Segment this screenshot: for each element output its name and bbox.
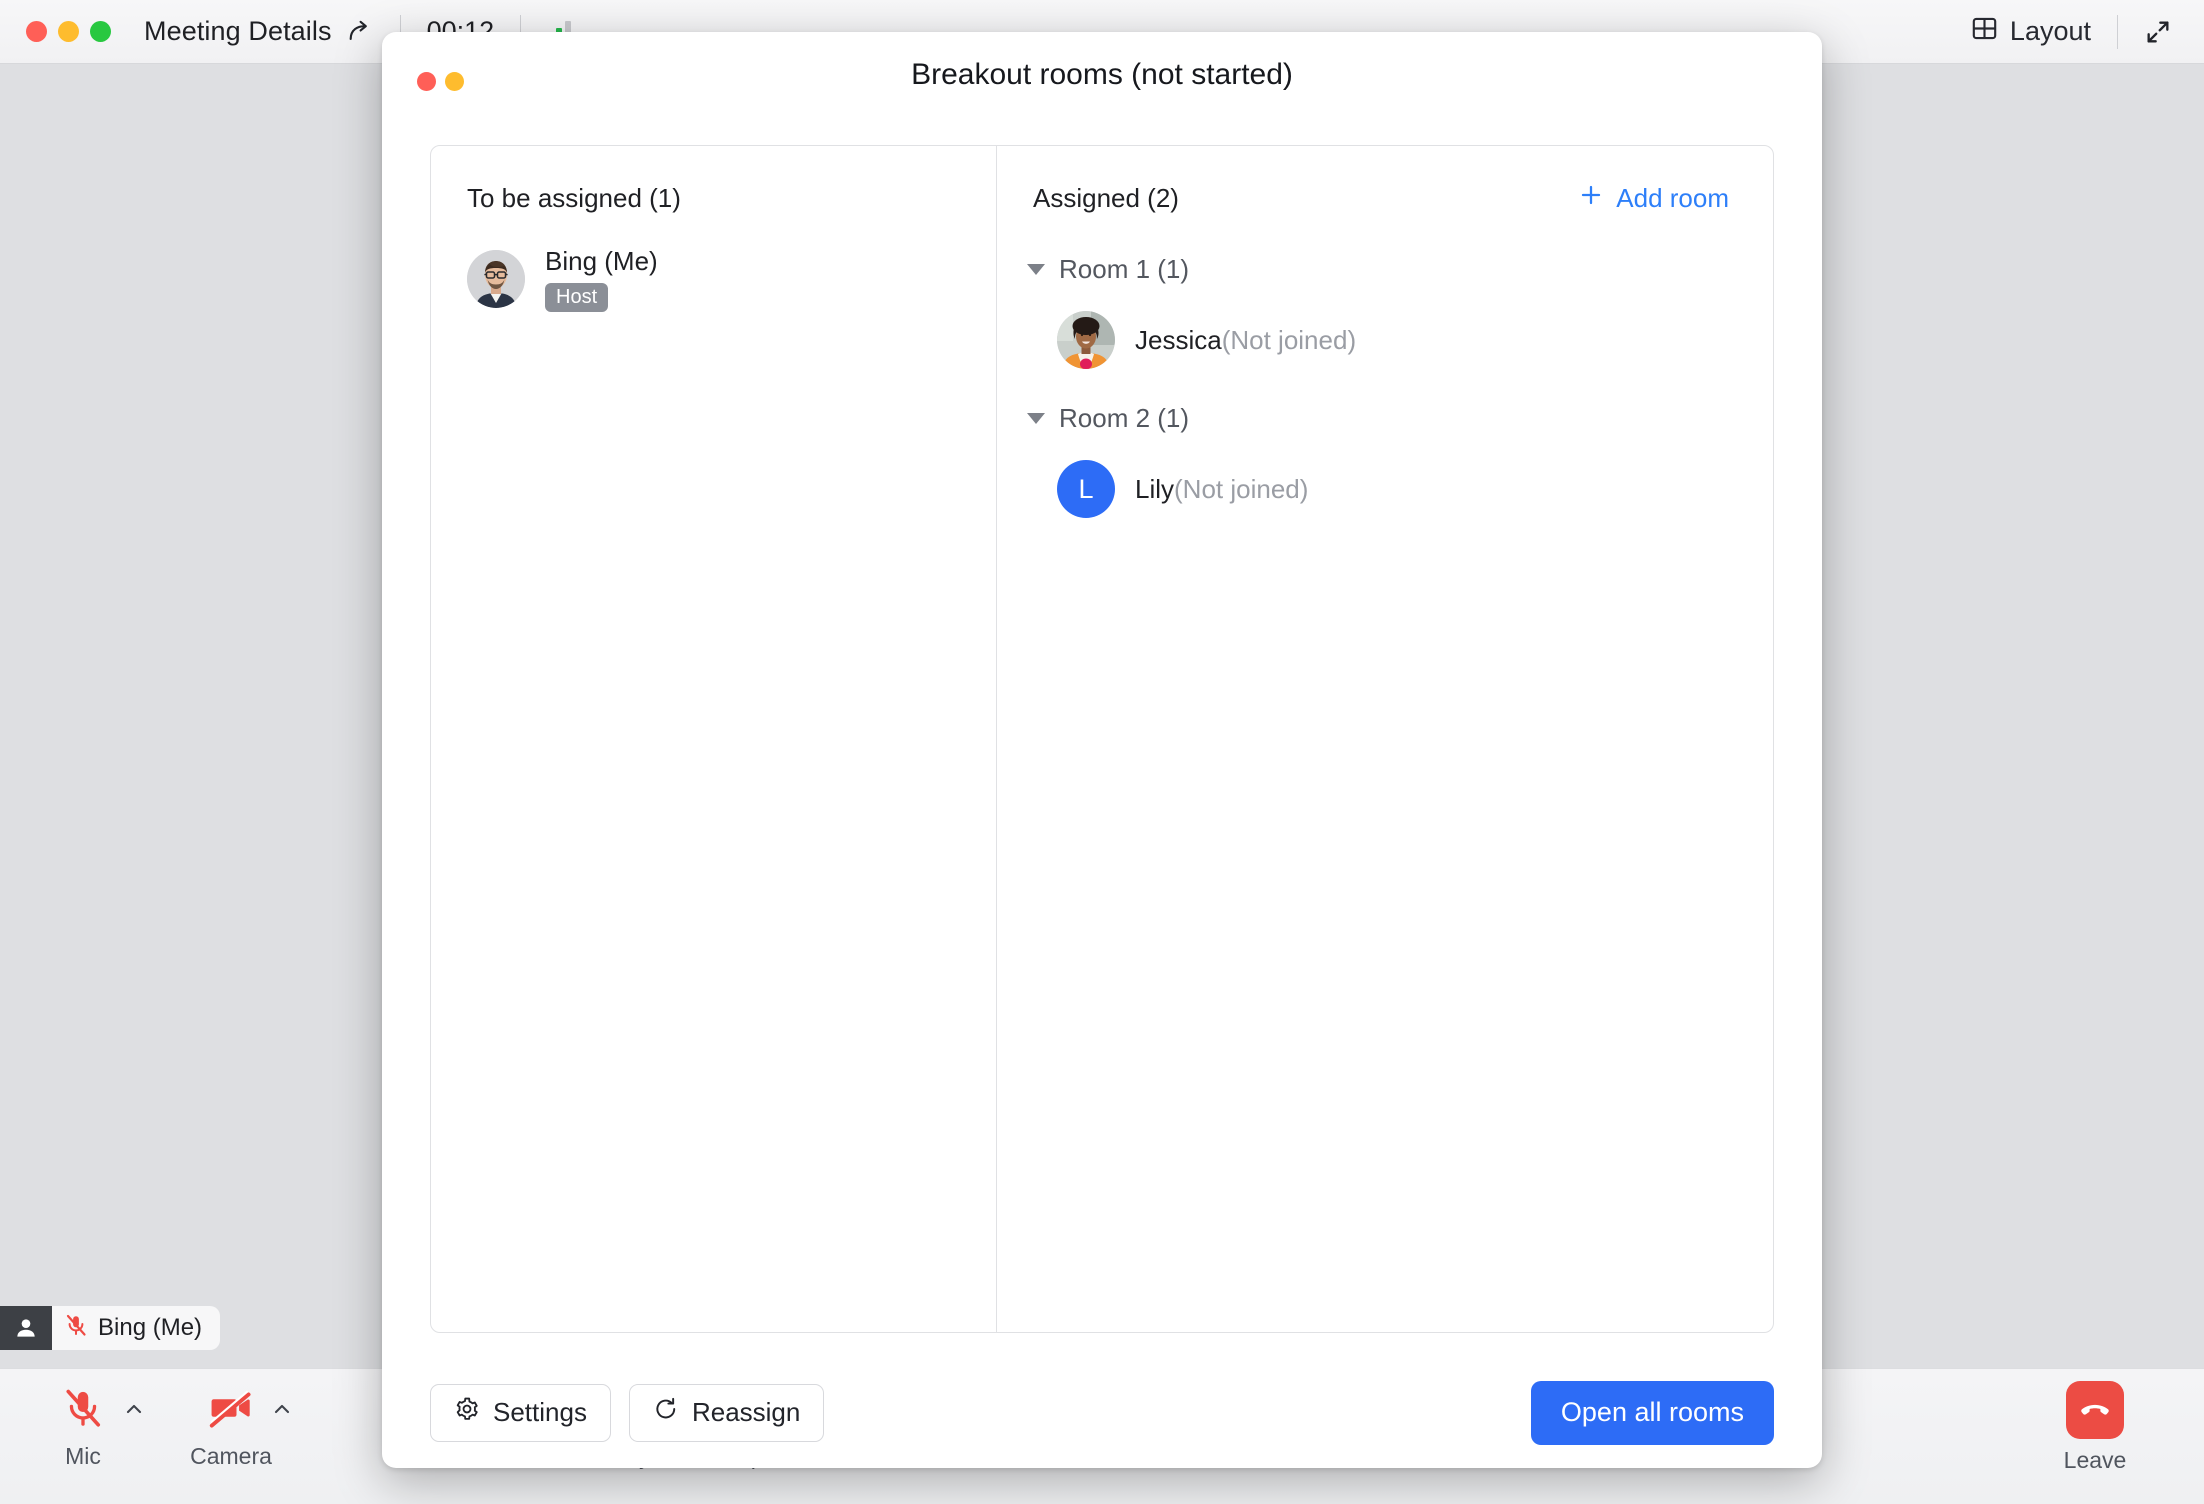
mic-button-label: Mic — [65, 1443, 101, 1469]
share-arrow-icon[interactable] — [346, 18, 374, 46]
list-item[interactable]: L Lily(Not joined) — [1027, 460, 1773, 518]
settings-button-label: Settings — [493, 1397, 587, 1427]
leave-button-label: Leave — [2063, 1447, 2127, 1473]
avatar-photo-jessica — [1057, 311, 1115, 369]
window-traffic-lights — [26, 21, 111, 42]
participant-meta: Bing (Me) Host — [545, 246, 658, 312]
breakout-rooms-dialog: Breakout rooms (not started) To be assig… — [382, 32, 1822, 1468]
plus-icon — [1578, 182, 1604, 215]
refresh-clockwise-icon — [653, 1396, 679, 1429]
mic-muted-icon — [64, 1313, 88, 1344]
window-close-button[interactable] — [26, 21, 47, 42]
assigned-heading: Assigned (2) — [1033, 182, 1179, 213]
add-room-button[interactable]: Add room — [1578, 182, 1729, 215]
open-all-rooms-button[interactable]: Open all rooms — [1530, 1380, 1774, 1445]
participant-name: Bing (Me) — [545, 246, 658, 276]
status-badge: Host — [545, 283, 609, 312]
camera-button-label: Camera — [190, 1443, 272, 1469]
triangle-down-icon[interactable] — [1027, 264, 1045, 275]
hang-up-phone-icon — [2066, 1381, 2124, 1439]
leave-button[interactable]: Leave — [2020, 1369, 2170, 1489]
participant-status: (Not joined) — [1174, 473, 1309, 504]
breakout-dialog-footer: Settings Reassign Open all rooms — [382, 1357, 1822, 1468]
layout-button[interactable]: Layout — [1971, 15, 2091, 49]
titlebar-right-group: Layout — [1971, 14, 2172, 49]
avatar-photo-bing — [467, 250, 525, 308]
to-be-assigned-heading: To be assigned (1) — [467, 182, 681, 213]
participant-name: Lily — [1135, 473, 1175, 504]
window-minimize-button[interactable] — [58, 21, 79, 42]
to-be-assigned-header: To be assigned (1) — [431, 176, 996, 220]
room-header-room-2[interactable]: Room 2 (1) — [997, 403, 1773, 434]
mic-muted-icon — [62, 1381, 104, 1435]
room-2-members: L Lily(Not joined) — [997, 460, 1773, 518]
camera-button[interactable]: Camera — [162, 1369, 300, 1489]
layout-button-label: Layout — [2009, 16, 2091, 46]
self-view-name-pill: Bing (Me) — [0, 1306, 221, 1350]
avatar-initial-letter: L — [1078, 473, 1094, 504]
expand-fullscreen-icon[interactable] — [2144, 18, 2172, 46]
room-header-room-1[interactable]: Room 1 (1) — [997, 254, 1773, 285]
room-label: Room 1 (1) — [1059, 254, 1190, 284]
mic-chevron-up-icon[interactable] — [122, 1397, 146, 1426]
list-item[interactable]: Bing (Me) Host — [431, 246, 996, 312]
add-room-label: Add room — [1616, 182, 1729, 213]
mic-button[interactable]: Mic — [14, 1369, 152, 1489]
person-icon — [0, 1306, 52, 1350]
self-view-name-container: Bing (Me) — [52, 1306, 221, 1350]
titlebar-divider-3 — [2117, 14, 2118, 49]
assigned-panel: Assigned (2) Add room Room 1 (1) Jessica… — [997, 146, 1773, 1332]
window-maximize-button[interactable] — [90, 21, 111, 42]
participant-name-row: Lily(Not joined) — [1135, 474, 1308, 505]
avatar-initial-lily: L — [1057, 460, 1115, 518]
participant-name-row: Jessica(Not joined) — [1135, 325, 1356, 356]
breakout-dialog-title: Breakout rooms (not started) — [911, 58, 1293, 91]
reassign-button-label: Reassign — [691, 1397, 801, 1427]
breakout-panels: To be assigned (1) Bing (Me) Host Assign… — [430, 145, 1774, 1333]
room-label: Room 2 (1) — [1059, 403, 1190, 433]
breakout-dialog-traffic-lights — [417, 72, 464, 91]
assigned-header: Assigned (2) Add room — [997, 176, 1773, 220]
room-1-members: Jessica(Not joined) — [997, 311, 1773, 369]
participant-name: Jessica — [1135, 324, 1222, 355]
participant-meta: Lily(Not joined) — [1135, 474, 1308, 505]
zoom-meeting-window: Meeting Details 00:12 Layout Bing (Me) M… — [0, 0, 2204, 1504]
grid-layout-icon — [1971, 15, 1998, 49]
camera-chevron-up-icon[interactable] — [270, 1397, 294, 1426]
meeting-title: Meeting Details — [144, 16, 332, 46]
gear-icon — [454, 1396, 480, 1429]
participant-meta: Jessica(Not joined) — [1135, 325, 1356, 356]
settings-button[interactable]: Settings — [430, 1383, 611, 1442]
participant-status: (Not joined) — [1221, 324, 1357, 355]
to-be-assigned-panel: To be assigned (1) Bing (Me) Host — [431, 146, 997, 1332]
camera-off-icon — [209, 1381, 253, 1435]
breakout-dialog-close-button[interactable] — [417, 72, 436, 91]
breakout-dialog-titlebar: Breakout rooms (not started) — [382, 32, 1822, 118]
list-item[interactable]: Jessica(Not joined) — [1027, 311, 1773, 369]
reassign-button[interactable]: Reassign — [628, 1383, 825, 1442]
breakout-dialog-minimize-button[interactable] — [445, 72, 464, 91]
self-view-name-text: Bing (Me) — [98, 1314, 203, 1341]
triangle-down-icon[interactable] — [1027, 413, 1045, 424]
